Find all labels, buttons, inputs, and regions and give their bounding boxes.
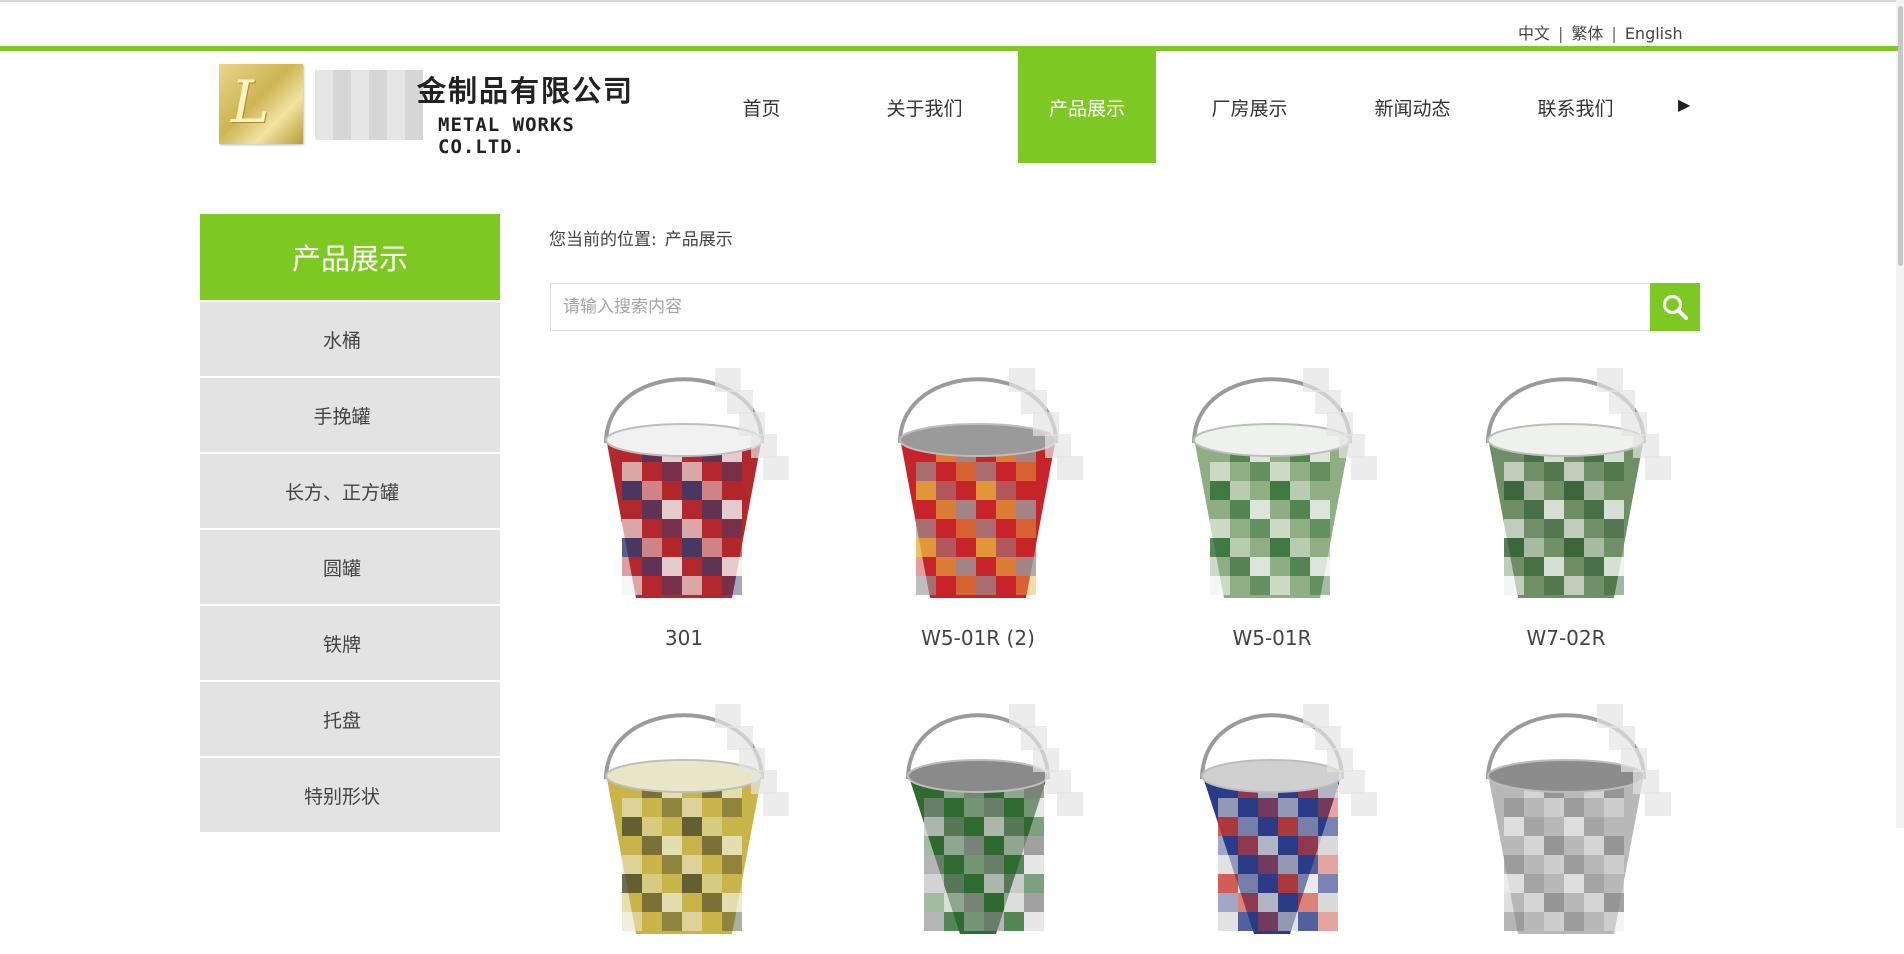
company-logo[interactable]: L 金制品有限公司 METAL WORKS CO.LTD.	[219, 62, 669, 158]
language-option-zh-simplified[interactable]: 中文	[1518, 24, 1550, 43]
product-name[interactable]: 301	[550, 626, 818, 650]
breadcrumb-current[interactable]: 产品展示	[665, 230, 733, 250]
sidebar-item-round-tins[interactable]: 圆罐	[200, 530, 500, 604]
bucket-product-icon	[1192, 368, 1377, 598]
product-card[interactable]: 301	[550, 348, 818, 650]
page-scrollbar-track[interactable]	[1896, 0, 1904, 828]
nav-item-news[interactable]: 新闻动态	[1331, 51, 1494, 163]
product-image[interactable]	[844, 684, 1112, 954]
product-image[interactable]	[844, 348, 1112, 618]
top-border	[0, 0, 1904, 2]
sidebar-item-tin-signs[interactable]: 铁牌	[200, 606, 500, 680]
tub-product-icon	[1200, 704, 1377, 934]
page-scrollbar-thumb[interactable]	[1898, 6, 1903, 266]
product-name[interactable]: W7-02R	[1432, 626, 1700, 650]
product-image[interactable]	[550, 348, 818, 618]
product-card[interactable]: W7-02R	[1432, 348, 1700, 650]
sidebar-item-buckets[interactable]: 水桶	[200, 302, 500, 376]
breadcrumb: 您当前的位置: 产品展示	[549, 225, 733, 250]
bucket-product-icon	[1486, 704, 1671, 934]
nav-item-about[interactable]: 关于我们	[843, 51, 1006, 163]
product-image[interactable]	[1432, 684, 1700, 954]
sidebar-item-rectangular-square-tins[interactable]: 长方、正方罐	[200, 454, 500, 528]
language-option-zh-traditional[interactable]: 繁体	[1571, 24, 1603, 43]
sidebar-item-handle-tins[interactable]: 手挽罐	[200, 378, 500, 452]
language-separator: |	[1558, 24, 1564, 43]
product-image[interactable]	[550, 684, 818, 954]
nav-item-factory[interactable]: 厂房展示	[1168, 51, 1331, 163]
bucket-product-icon	[1486, 368, 1671, 598]
triangle-right-icon[interactable]: ▶	[1678, 95, 1690, 114]
product-card[interactable]	[844, 684, 1112, 954]
logo-emblem: L	[219, 64, 303, 144]
bucket-product-icon	[604, 704, 789, 934]
product-name[interactable]: W5-01R (2)	[844, 626, 1112, 650]
product-card[interactable]	[1432, 684, 1700, 954]
search-bar	[550, 283, 1700, 331]
company-name-chinese: 金制品有限公司	[417, 74, 635, 108]
product-image[interactable]	[1432, 348, 1700, 618]
company-name-english: METAL WORKS CO.LTD.	[438, 114, 575, 158]
bucket-product-icon	[604, 368, 789, 598]
nav-item-contact[interactable]: 联系我们	[1494, 51, 1657, 163]
product-image[interactable]	[1138, 684, 1406, 954]
nav-item-products[interactable]: 产品展示	[1018, 51, 1156, 163]
tub-product-icon	[906, 704, 1083, 934]
product-name[interactable]: W5-01R	[1138, 626, 1406, 650]
logo-emblem-letter: L	[231, 68, 270, 136]
search-input[interactable]	[551, 284, 1649, 330]
sidebar-item-trays[interactable]: 托盘	[200, 682, 500, 756]
language-switcher: 中文 | 繁体 | English	[1518, 20, 1683, 44]
product-card[interactable]: W5-01R (2)	[844, 348, 1112, 650]
breadcrumb-label: 您当前的位置:	[549, 230, 657, 250]
product-card[interactable]: W5-01R	[1138, 348, 1406, 650]
logo-redacted-text	[315, 70, 423, 140]
bucket-product-icon	[898, 368, 1083, 598]
language-separator: |	[1611, 24, 1617, 43]
product-image[interactable]	[1138, 348, 1406, 618]
nav-item-home[interactable]: 首页	[680, 51, 843, 163]
product-card[interactable]	[550, 684, 818, 954]
magnifier-icon	[1662, 294, 1688, 320]
language-option-english[interactable]: English	[1625, 24, 1683, 43]
product-card[interactable]	[1138, 684, 1406, 954]
search-button[interactable]	[1650, 283, 1700, 331]
category-sidebar: 产品展示 水桶 手挽罐 长方、正方罐 圆罐 铁牌 托盘 特别形状	[200, 214, 500, 832]
sidebar-item-special-shapes[interactable]: 特别形状	[200, 758, 500, 832]
main-navigation: 首页 关于我们 产品展示 厂房展示 新闻动态 联系我们	[680, 51, 1657, 163]
sidebar-title: 产品展示	[200, 214, 500, 300]
